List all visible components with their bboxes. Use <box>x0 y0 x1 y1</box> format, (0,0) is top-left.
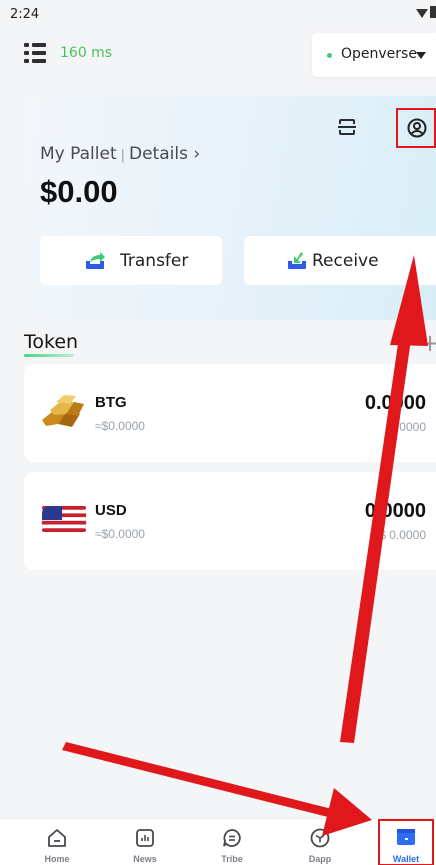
tab-label: Dapp <box>308 854 332 864</box>
tab-label: Wallet <box>392 854 420 864</box>
home-icon <box>48 829 66 847</box>
token-amount-fiat: 0.0000 <box>389 420 426 434</box>
receive-icon <box>288 252 306 269</box>
title-separator: | <box>120 148 125 163</box>
menu-icon[interactable] <box>24 43 46 63</box>
token-amount: 0.0000 <box>364 392 426 414</box>
latency-indicator: 160 ms <box>60 45 113 61</box>
token-fiat-value: ≈$0.0000 <box>95 527 145 541</box>
token-row-btg[interactable]: BTG ≈$0.0000 0.0000 0.0000 <box>24 364 436 462</box>
bottom-tab-bar: Home News Tribe Dapp Wallet <box>0 818 436 865</box>
token-amount-fiat: $ 0.0000 <box>379 528 426 542</box>
tab-home[interactable]: Home <box>27 819 87 865</box>
us-flag-icon <box>41 505 87 533</box>
transfer-label: Transfer <box>120 251 189 271</box>
token-name: BTG <box>95 394 127 411</box>
transfer-button[interactable]: Transfer <box>40 236 222 285</box>
tab-wallet[interactable]: Wallet <box>378 819 434 865</box>
transfer-icon <box>86 252 105 269</box>
tab-tribe[interactable]: Tribe <box>202 819 262 865</box>
tab-label: News <box>133 854 157 864</box>
wallet-title-row[interactable]: My Pallet | Details › <box>40 144 200 164</box>
wallet-balance: $0.00 <box>40 174 118 209</box>
receive-label: Receive <box>312 251 379 271</box>
token-name: USD <box>95 502 127 519</box>
token-section-title: Token <box>24 331 79 353</box>
receive-button[interactable]: Receive <box>244 236 436 285</box>
token-heading-underline <box>24 354 74 357</box>
wallet-icon <box>397 829 415 845</box>
gold-bars-icon <box>42 395 84 427</box>
news-icon <box>136 829 154 847</box>
add-token-button[interactable]: + <box>420 331 436 355</box>
token-fiat-value: ≈$0.0000 <box>95 419 145 433</box>
token-row-usd[interactable]: USD ≈$0.0000 0.0000 $ 0.0000 <box>24 472 436 570</box>
scan-icon[interactable] <box>338 118 356 136</box>
network-status-dot <box>327 53 332 58</box>
profile-button[interactable] <box>396 108 436 148</box>
status-time: 2:24 <box>10 7 40 22</box>
tab-dapp[interactable]: Dapp <box>290 819 350 865</box>
tab-label: Home <box>44 854 70 864</box>
wifi-icon <box>416 9 428 18</box>
caret-down-icon <box>416 52 426 59</box>
profile-icon <box>407 118 427 138</box>
battery-icon <box>430 6 436 18</box>
network-selector[interactable]: Openverse <box>312 33 436 77</box>
chat-bubble-icon <box>223 829 241 847</box>
dapp-cube-icon <box>310 828 330 848</box>
wallet-name: My Pallet <box>40 144 117 164</box>
status-bar: 2:24 <box>0 0 436 26</box>
network-name: Openverse <box>341 46 417 62</box>
token-amount: 0.0000 <box>364 500 426 522</box>
details-link[interactable]: Details › <box>129 144 200 164</box>
tab-label: Tribe <box>221 854 243 864</box>
tab-news[interactable]: News <box>115 819 175 865</box>
